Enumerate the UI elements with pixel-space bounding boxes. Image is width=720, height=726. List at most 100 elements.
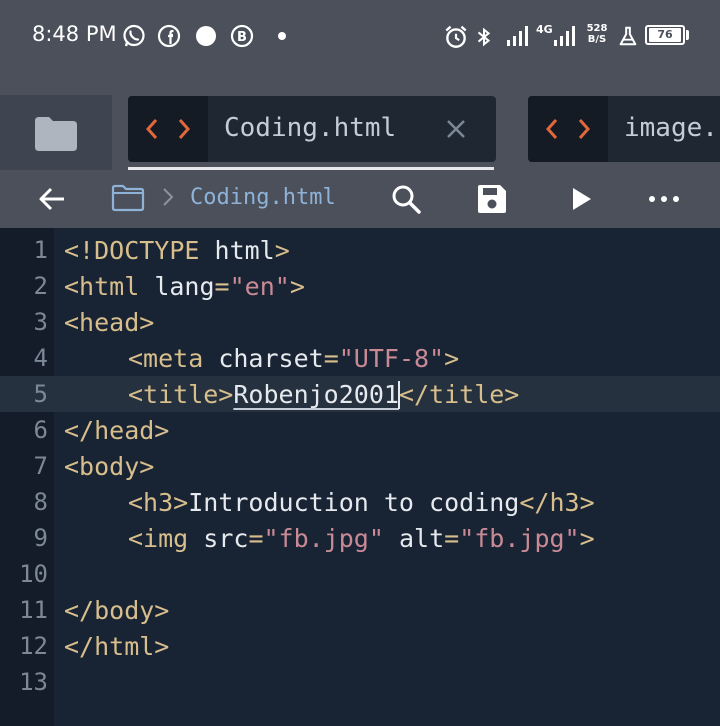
save-icon[interactable] <box>476 183 508 215</box>
line-number: 5 <box>33 380 48 408</box>
status-time: 8:48 PM <box>32 22 117 46</box>
line-number: 6 <box>33 416 48 444</box>
net-speed-value: 528 <box>586 23 608 34</box>
tag-token: </title> <box>398 380 520 409</box>
line-number: 13 <box>19 668 48 696</box>
code-line-4[interactable]: 4 <meta charset="UTF-8"> <box>0 340 720 376</box>
play-icon[interactable] <box>566 183 598 215</box>
signal-icon-2 <box>552 24 576 48</box>
code-text: <body> <box>64 452 154 481</box>
circle-icon <box>194 24 218 48</box>
battery-tip <box>686 30 689 40</box>
code-line-1[interactable]: 1 <!DOCTYPE html> <box>0 232 720 268</box>
code-line-9[interactable]: 9 <img src="fb.jpg" alt="fb.jpg"> <box>0 520 720 556</box>
line-number: 8 <box>33 488 48 516</box>
code-text: <title>Robenjo2001</title> <box>128 380 519 409</box>
tag-token: = <box>444 524 460 553</box>
net-speed-unit: B/S <box>587 34 607 45</box>
svg-text:B: B <box>237 30 247 45</box>
code-line-11[interactable]: 11 </body> <box>0 592 720 628</box>
line-number: 11 <box>19 596 48 624</box>
lab-icon <box>617 24 641 48</box>
app-window: 8:48 PM B 4G 528 B/S 76 Coding.html imag… <box>0 0 720 726</box>
tab-coding-html[interactable]: Coding.html <box>128 96 496 162</box>
attr-token: alt <box>383 524 445 553</box>
alarm-icon <box>443 24 467 48</box>
code-line-2[interactable]: 2 <html lang="en"> <box>0 268 720 304</box>
more-icon[interactable] <box>648 183 680 215</box>
code-text: </head> <box>64 416 169 445</box>
tag-token: <head> <box>64 308 155 337</box>
net-speed: 528 B/S <box>584 23 610 45</box>
tab-label: image. <box>624 113 718 143</box>
code-text: <head> <box>64 308 154 337</box>
search-icon[interactable] <box>390 183 422 215</box>
tab-label: Coding.html <box>224 113 397 143</box>
code-line-12[interactable]: 12 </html> <box>0 628 720 664</box>
whatsapp-icon <box>122 24 146 48</box>
code-text: <img src="fb.jpg" alt="fb.jpg"> <box>128 524 595 553</box>
string-token: "fb.jpg" <box>263 524 384 553</box>
tag-token: <meta <box>128 344 204 373</box>
code-text: <h3>Introduction to coding</h3> <box>128 488 595 517</box>
tag-token: <h3> <box>128 488 189 517</box>
bluetooth-icon <box>473 24 497 48</box>
tag-token: <html <box>64 272 140 301</box>
line-number: 7 <box>33 452 48 480</box>
code-line-5[interactable]: 5 <title>Robenjo2001</title> <box>0 376 720 412</box>
code-line-8[interactable]: 8 <h3>Introduction to coding</h3> <box>0 484 720 520</box>
line-number: 9 <box>33 524 48 552</box>
tab-strip: Coding.html image. <box>0 95 720 172</box>
line-number: 12 <box>19 632 48 660</box>
close-icon[interactable] <box>446 119 466 139</box>
chevron-right-icon <box>160 186 176 208</box>
line-number: 10 <box>19 560 48 588</box>
line-number: 1 <box>33 236 48 264</box>
code-line-3[interactable]: 3 <head> <box>0 304 720 340</box>
code-editor[interactable]: 1 <!DOCTYPE html> 2 <html lang="en"> 3 <… <box>0 228 720 726</box>
line-number: 2 <box>33 272 48 300</box>
code-brackets-icon <box>128 96 208 162</box>
folder-icon <box>35 117 77 151</box>
code-line-7[interactable]: 7 <body> <box>0 448 720 484</box>
attr-token: src <box>188 524 249 553</box>
back-arrow-icon[interactable] <box>36 183 68 215</box>
folder-icon[interactable] <box>111 183 145 215</box>
facebook-icon <box>157 24 181 48</box>
file-explorer-button[interactable] <box>0 95 112 172</box>
selected-text: Robenjo2001 <box>233 380 399 409</box>
tag-token: = <box>323 344 339 373</box>
toolbar: Coding.html <box>0 170 720 228</box>
b-app-icon: B <box>230 24 254 48</box>
line-number: 4 <box>33 344 48 372</box>
tag-token: </head> <box>64 416 170 445</box>
text-token: Introduction to coding <box>188 488 520 517</box>
attr-token: charset <box>203 344 324 373</box>
text-token: html <box>199 236 275 265</box>
battery-icon: 76 <box>645 25 685 45</box>
code-text: <meta charset="UTF-8"> <box>128 344 459 373</box>
code-line-13[interactable]: 13 <box>0 664 720 700</box>
tag-token: </body> <box>64 596 170 625</box>
tag-token: > <box>274 236 290 265</box>
tag-token: > <box>289 272 305 301</box>
tab-image[interactable]: image. <box>528 96 720 162</box>
code-brackets-icon <box>528 96 608 162</box>
attr-token: lang <box>139 272 215 301</box>
code-text: <!DOCTYPE html> <box>64 236 290 265</box>
tag-token: <body> <box>64 452 155 481</box>
tag-token: <title> <box>128 380 234 409</box>
tag-token: <!DOCTYPE <box>64 236 200 265</box>
breadcrumb-file[interactable]: Coding.html <box>190 185 336 210</box>
tag-token: </html> <box>64 632 170 661</box>
tag-token: > <box>579 524 595 553</box>
tag-token: = <box>248 524 264 553</box>
tag-token: > <box>444 344 460 373</box>
tag-token: <img <box>128 524 189 553</box>
battery-level: 76 <box>649 28 681 42</box>
dot-icon <box>270 24 294 48</box>
tag-token: = <box>214 272 230 301</box>
tag-token: </h3> <box>519 488 595 517</box>
code-line-6[interactable]: 6 </head> <box>0 412 720 448</box>
code-line-10[interactable]: 10 <box>0 556 720 592</box>
